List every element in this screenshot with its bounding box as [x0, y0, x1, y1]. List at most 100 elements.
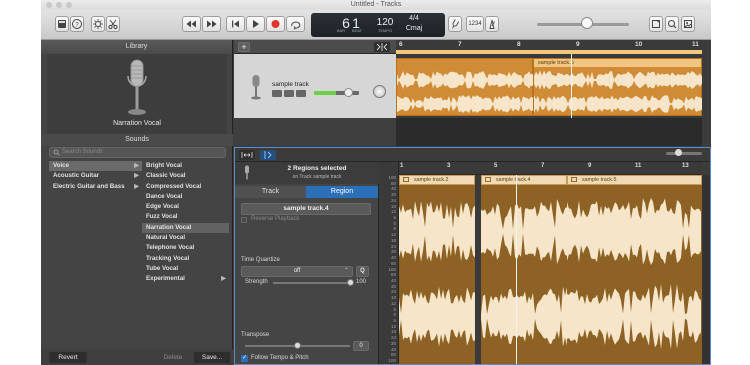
- headphones-button[interactable]: [284, 90, 294, 97]
- ruler-bar-label: 7: [458, 41, 462, 48]
- record-enable-button[interactable]: [272, 90, 282, 97]
- library-button[interactable]: [55, 16, 69, 32]
- ruler-bar-label: 11: [692, 41, 699, 48]
- track-buttons: [272, 90, 306, 97]
- waveform-shape: [397, 71, 533, 89]
- sound-item[interactable]: Natural Vocal: [142, 233, 229, 243]
- sound-item-selected[interactable]: Narration Vocal: [142, 222, 229, 234]
- editor-region[interactable]: sample track.5: [567, 175, 702, 364]
- mute-button[interactable]: [296, 90, 306, 97]
- editor-region[interactable]: sample track.4: [481, 175, 567, 364]
- add-track-button[interactable]: +: [238, 42, 250, 52]
- timeline-ruler[interactable]: 6 7 8 9 10 11: [396, 40, 702, 54]
- tuner-button[interactable]: [448, 16, 462, 32]
- microphone-track-icon: [251, 75, 261, 100]
- audio-editor: 2 Regions selected on Track sample track…: [234, 147, 711, 365]
- region-icon: [571, 177, 577, 182]
- category-electric-guitar-and-bass[interactable]: Electric Guitar and Bass ▶: [49, 182, 142, 192]
- lcd-beat-label: BEAT: [351, 28, 363, 33]
- audio-region[interactable]: [396, 58, 533, 116]
- sound-item[interactable]: Fuzz Vocal: [142, 212, 229, 222]
- scale-label: 24: [390, 335, 396, 341]
- go-to-beginning-button[interactable]: [226, 16, 245, 32]
- waveform: [399, 201, 475, 347]
- rewind-button[interactable]: [182, 16, 201, 32]
- track-lane[interactable]: sample track.5: [396, 54, 702, 118]
- editor-lane[interactable]: sample track.2 sample track.4 sample tra…: [399, 175, 702, 364]
- tracks-empty-area: [234, 118, 396, 146]
- cycle-icon: [291, 21, 301, 30]
- editor-scrollbar[interactable]: [702, 175, 710, 364]
- sound-item[interactable]: Dance Vocal: [142, 192, 229, 202]
- sound-item-experimental[interactable]: Experimental ▶: [142, 274, 229, 284]
- category-voice[interactable]: Voice ▶: [49, 161, 142, 172]
- quantize-select[interactable]: off ⌃: [241, 266, 353, 277]
- media-browser-button[interactable]: [681, 16, 695, 32]
- playhead[interactable]: [571, 54, 572, 118]
- rewind-icon: [186, 20, 196, 28]
- transpose-knob[interactable]: [293, 342, 301, 349]
- search-sounds-field[interactable]: Search Sounds: [49, 147, 226, 158]
- editor-ruler[interactable]: 1 3 5 7 9 11 13: [399, 162, 702, 175]
- editor-catch-button[interactable]: [260, 150, 276, 160]
- notepad-button[interactable]: [649, 16, 663, 32]
- editor-ruler-label: 11: [635, 163, 642, 169]
- master-volume-knob[interactable]: [581, 17, 593, 29]
- region-title: sample track.5: [534, 59, 701, 67]
- tab-region[interactable]: Region: [306, 186, 378, 198]
- metronome-button[interactable]: [485, 16, 499, 32]
- editor-region[interactable]: sample track.2: [399, 175, 475, 364]
- audio-region[interactable]: sample track.5: [533, 58, 702, 116]
- track-header[interactable]: sample track: [234, 54, 396, 118]
- lcd-display[interactable]: 6 1 BAR BEAT 120 TEMPO 4/4 Cmaj: [311, 13, 445, 37]
- quantize-button[interactable]: Q: [356, 266, 369, 277]
- editor-zoom-slider[interactable]: [666, 152, 702, 155]
- region-name-field[interactable]: sample track.4: [241, 203, 371, 215]
- scale-label: 30: [390, 283, 396, 289]
- count-in-button[interactable]: 1234: [466, 16, 484, 32]
- sound-item[interactable]: Telephone Vocal: [142, 243, 229, 253]
- fast-forward-button[interactable]: [202, 16, 221, 32]
- strength-value: 100: [356, 279, 367, 285]
- cycle-button[interactable]: [286, 16, 305, 32]
- sound-item[interactable]: Compressed Vocal: [142, 182, 229, 192]
- editor-status: 2 Regions selected on Track sample track: [235, 162, 379, 184]
- waveform-shape: [399, 286, 475, 347]
- catch-button[interactable]: [374, 42, 390, 52]
- follow-tempo-checkbox[interactable]: ✓: [241, 355, 248, 362]
- editor-playhead[interactable]: [516, 175, 517, 364]
- sound-item[interactable]: Edge Vocal: [142, 202, 229, 212]
- loop-browser-button[interactable]: [665, 16, 679, 32]
- empty-lane: [396, 118, 702, 146]
- transpose-value[interactable]: 0: [353, 341, 369, 351]
- sound-item[interactable]: Tube Vocal: [142, 264, 229, 274]
- reverse-playback-checkbox[interactable]: [241, 217, 247, 223]
- editor-ruler-label: 1: [400, 163, 404, 169]
- category-acoustic-guitar[interactable]: Acoustic Guitar ▶: [49, 171, 142, 181]
- editor-zoom-knob[interactable]: [675, 149, 682, 156]
- save-button[interactable]: Save...: [194, 352, 230, 363]
- delete-button[interactable]: Delete: [155, 352, 191, 363]
- strength-slider[interactable]: [273, 282, 351, 284]
- strength-knob[interactable]: [347, 279, 354, 286]
- record-button[interactable]: [266, 16, 285, 32]
- sound-item[interactable]: Tracking Vocal: [142, 254, 229, 264]
- sound-item[interactable]: Classic Vocal: [142, 171, 229, 181]
- revert-button[interactable]: Revert: [49, 352, 87, 363]
- smart-controls-button[interactable]: [91, 16, 105, 32]
- track-name[interactable]: sample track: [272, 81, 309, 88]
- editor-ruler-label: 5: [494, 163, 498, 169]
- waveform-shape: [481, 199, 567, 264]
- waveform: [534, 70, 702, 113]
- pan-knob[interactable]: [373, 85, 386, 98]
- metronome-icon: [489, 19, 495, 29]
- help-button[interactable]: ?: [70, 16, 84, 32]
- scale-label: 12: [390, 232, 396, 238]
- flex-button[interactable]: [239, 150, 255, 160]
- editors-button[interactable]: [106, 16, 120, 32]
- scale-label: 100: [388, 266, 396, 272]
- play-button[interactable]: [246, 16, 265, 32]
- track-volume-knob[interactable]: [344, 88, 353, 97]
- tab-track[interactable]: Track: [235, 186, 306, 198]
- sound-item[interactable]: Bright Vocal: [142, 161, 229, 171]
